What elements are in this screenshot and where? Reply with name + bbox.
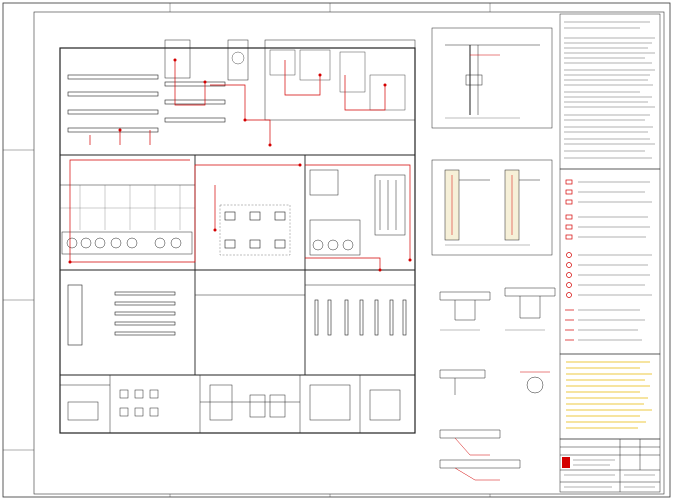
detail-section-middle bbox=[431, 159, 553, 256]
storage-racks-top bbox=[67, 74, 226, 133]
annex-left bbox=[164, 39, 191, 79]
floor-plan-sheet bbox=[2, 2, 671, 498]
detail-section-top bbox=[431, 27, 553, 129]
title-block bbox=[560, 439, 660, 492]
notes-column bbox=[559, 13, 661, 493]
annex-tank bbox=[227, 39, 249, 81]
title-block-lines bbox=[564, 459, 655, 488]
lower-racks bbox=[67, 284, 176, 346]
notes-text-lines bbox=[564, 21, 655, 159]
center-racks bbox=[219, 204, 291, 256]
sheet-outer-border bbox=[2, 2, 671, 498]
legend-symbols bbox=[565, 179, 652, 341]
column-grid-left bbox=[60, 185, 195, 230]
tank-row bbox=[61, 231, 193, 255]
right-shelving bbox=[314, 299, 407, 336]
detail-cable-trays bbox=[439, 287, 556, 481]
main-floor-plan bbox=[59, 39, 416, 434]
electrical-routing bbox=[69, 60, 411, 270]
office-furniture bbox=[60, 384, 401, 421]
top-annex-details bbox=[231, 49, 406, 111]
border-ticks bbox=[3, 3, 491, 497]
right-machines bbox=[309, 169, 406, 256]
notes-yellow-list bbox=[566, 361, 652, 429]
